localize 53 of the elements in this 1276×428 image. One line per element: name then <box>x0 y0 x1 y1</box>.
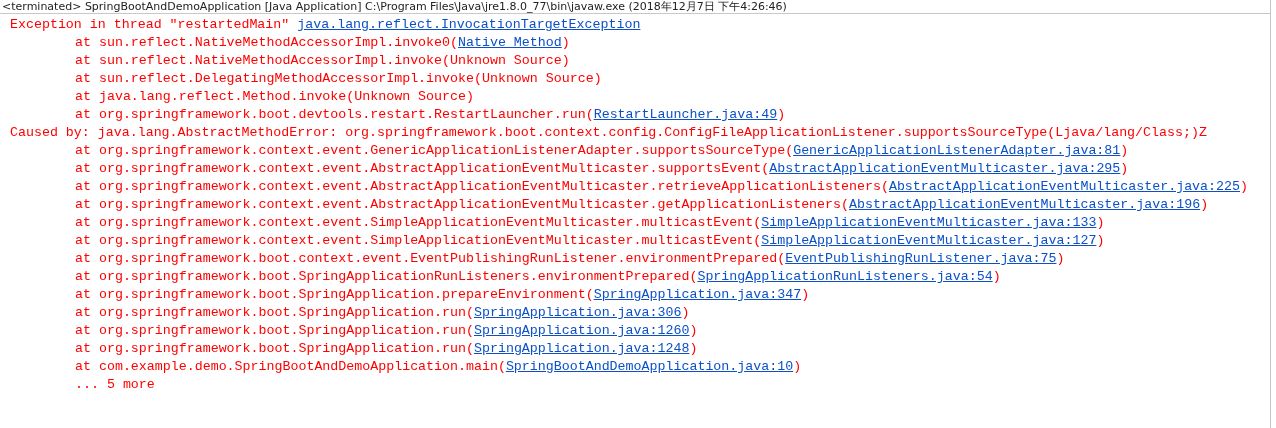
paren-text: ) <box>561 34 570 52</box>
source-link[interactable]: GenericApplicationListenerAdapter.java:81 <box>793 142 1121 160</box>
paren-text: ) <box>1096 214 1105 232</box>
stack-frame-text: at org.springframework.boot.SpringApplication.run( <box>75 304 474 322</box>
stack-frame-text: at org.springframework.context.event.SimpleApplicationEventMulticaster.multicastEvent( <box>75 232 762 250</box>
stack-frame-text: at sun.reflect.DelegatingMethodAccessorImpl.invoke(Unknown Source) <box>75 70 602 88</box>
stack-frame-text: at org.springframework.context.event.AbstractApplicationEventMulticaster.getApplicationListeners( <box>75 196 849 214</box>
stack-frame-text: at org.springframework.boot.devtools.restart.RestartLauncher.run( <box>75 106 594 124</box>
stack-frame-text: at org.springframework.boot.SpringApplicationRunListeners.environmentPrepared( <box>75 268 698 286</box>
paren-text: ) <box>1120 142 1129 160</box>
paren-text: ) <box>689 322 698 340</box>
source-link[interactable]: SpringApplication.java:1260 <box>474 322 690 340</box>
paren-text: ) <box>1056 250 1065 268</box>
paren-text: ) <box>1120 160 1129 178</box>
stack-frame-text: at sun.reflect.NativeMethodAccessorImpl.invoke0( <box>75 34 458 52</box>
source-link[interactable]: EventPublishingRunListener.java:75 <box>785 250 1057 268</box>
stack-frame-text: ... 5 more <box>75 376 155 394</box>
stack-frame-text: at org.springframework.boot.context.event.EventPublishingRunListener.environmentPrepared( <box>75 250 786 268</box>
source-link[interactable]: AbstractApplicationEventMulticaster.java:196 <box>849 196 1201 214</box>
paren-text: ) <box>777 106 786 124</box>
paren-text: ) <box>681 304 690 322</box>
stack-frame-text: at com.example.demo.SpringBootAndDemoApplication.main( <box>75 358 506 376</box>
source-link[interactable]: RestartLauncher.java:49 <box>593 106 778 124</box>
source-link[interactable]: Native Method <box>458 34 562 52</box>
stack-frame-text: at org.springframework.context.event.SimpleApplicationEventMulticaster.multicastEvent( <box>75 214 762 232</box>
source-link[interactable]: SimpleApplicationEventMulticaster.java:127 <box>761 232 1097 250</box>
exception-text: Exception in thread "restartedMain" <box>10 16 291 34</box>
paren-text: ) <box>801 286 810 304</box>
stack-frame-text: at sun.reflect.NativeMethodAccessorImpl.invoke(Unknown Source) <box>75 52 570 70</box>
stack-frame-text: at org.springframework.boot.SpringApplication.run( <box>75 340 474 358</box>
paren-text: ) <box>689 340 698 358</box>
paren-text: ) <box>1096 232 1105 250</box>
source-link[interactable]: SpringBootAndDemoApplication.java:10 <box>505 358 794 376</box>
paren-text: ) <box>992 268 1001 286</box>
stack-frame-text: at org.springframework.context.event.GenericApplicationListenerAdapter.supportsSourceType( <box>75 142 794 160</box>
source-link[interactable]: AbstractApplicationEventMulticaster.java:295 <box>769 160 1121 178</box>
source-link[interactable]: java.lang.reflect.InvocationTargetException <box>297 16 641 34</box>
exception-text: Caused by: java.lang.AbstractMethodError: org.springframework.boot.context.config.ConfigFileApplicationListener.supportsSourceType(Ljava/lang/Class;)Z <box>10 124 1207 142</box>
paren-text: ) <box>1240 178 1248 196</box>
source-link[interactable]: SpringApplicationRunListeners.java:54 <box>697 268 993 286</box>
console-title: <terminated> SpringBootAndDemoApplication [Java Application] C:\Program Files\Java\jre1.8.0_77\bin\javaw.exe (2018年12月7日 下午4:26:46) <box>2 0 787 13</box>
source-link[interactable]: SpringApplication.java:306 <box>474 304 682 322</box>
stack-frame-text: at org.springframework.boot.SpringApplication.prepareEnvironment( <box>75 286 594 304</box>
stack-frame-text: at org.springframework.context.event.AbstractApplicationEventMulticaster.retrieveApplicationListeners( <box>75 178 889 196</box>
source-link[interactable]: SpringApplication.java:1248 <box>474 340 690 358</box>
stack-frame-text: at java.lang.reflect.Method.invoke(Unknown Source) <box>75 88 474 106</box>
paren-text: ) <box>1200 196 1209 214</box>
paren-text: ) <box>793 358 802 376</box>
source-link[interactable]: SpringApplication.java:347 <box>593 286 802 304</box>
stack-frame-text: at org.springframework.boot.SpringApplication.run( <box>75 322 474 340</box>
stack-frame-text: at org.springframework.context.event.AbstractApplicationEventMulticaster.supportsEvent( <box>75 160 770 178</box>
source-link[interactable]: SimpleApplicationEventMulticaster.java:133 <box>761 214 1097 232</box>
source-link[interactable]: AbstractApplicationEventMulticaster.java:225 <box>888 178 1240 196</box>
